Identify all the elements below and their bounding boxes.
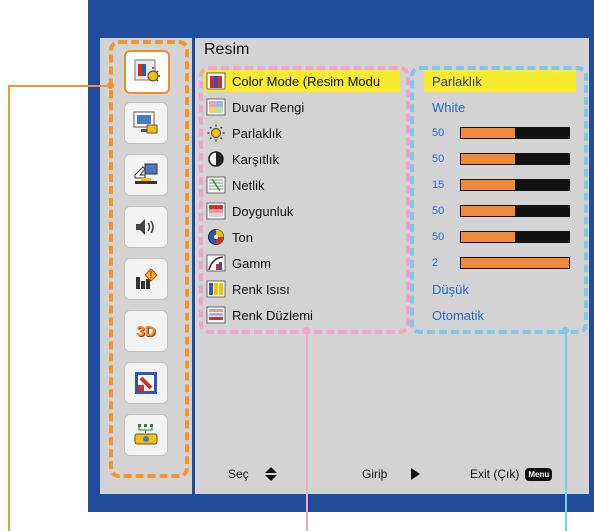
select-label: Seç (228, 467, 249, 481)
callout-line-tabs (8, 85, 112, 87)
footer-enter: Giriþ (362, 464, 421, 484)
footer-select: Seç (228, 464, 279, 484)
callout-frame-values (410, 66, 588, 334)
callout-dot-values (562, 327, 569, 334)
enter-label: Giriþ (362, 467, 388, 481)
page-title: Resim (204, 41, 250, 58)
callout-dot-tabs (107, 82, 114, 89)
exit-label: Exit (Çık) (470, 467, 520, 481)
callout-line-menu (306, 330, 308, 531)
callout-frame-menu (199, 66, 410, 334)
callout-dot-menu (303, 327, 310, 334)
menu-key-icon: Menu (525, 467, 553, 481)
callout-line-tabs-vertical (8, 85, 10, 531)
up-down-arrow-icon (264, 467, 277, 481)
right-arrow-icon (411, 468, 421, 480)
callout-frame-tabs (109, 40, 189, 478)
callout-line-values (565, 330, 567, 531)
footer-exit: Exit (Çık) Menu (470, 464, 553, 484)
